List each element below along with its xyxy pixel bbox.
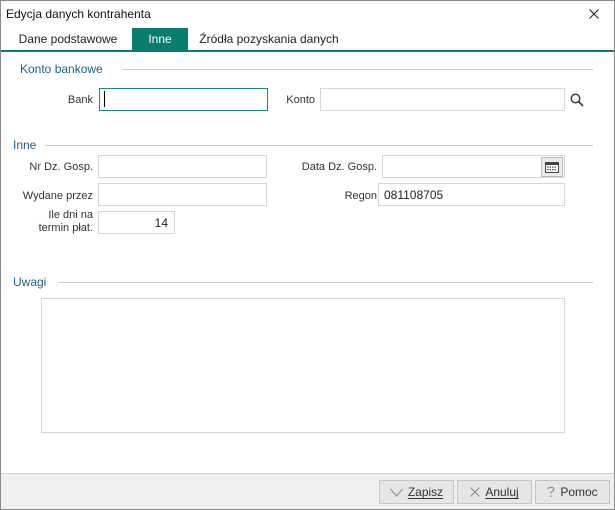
tab-dane-podstawowe[interactable]: Dane podstawowe xyxy=(9,28,127,50)
save-button-label: Zapisz xyxy=(407,485,444,499)
calendar-button[interactable] xyxy=(541,157,563,177)
konto-label: Konto xyxy=(286,94,315,106)
help-button[interactable]: Pomoc xyxy=(535,480,610,504)
save-button[interactable]: Zapisz xyxy=(379,480,454,504)
dialog-window: Edycja danych kontrahenta Dane podstawow… xyxy=(0,0,615,510)
close-icon xyxy=(589,9,599,19)
data-dz-gosp-label: Data Dz. Gosp. xyxy=(301,161,377,173)
section-heading-inne: Inne xyxy=(13,138,37,152)
tab-bar: Dane podstawowe Inne Źródła pozyskania d… xyxy=(1,28,614,52)
section-divider xyxy=(123,69,593,70)
close-button[interactable] xyxy=(584,4,604,24)
cancel-button[interactable]: Anuluj xyxy=(457,480,532,504)
bank-label: Bank xyxy=(67,94,93,106)
dialog-footer: Zapisz Anuluj Pomoc xyxy=(1,473,614,509)
nr-dz-gosp-label: Nr Dz. Gosp. xyxy=(29,161,93,173)
section-divider xyxy=(59,282,593,283)
nr-dz-gosp-input[interactable] xyxy=(98,155,267,178)
tab-inne[interactable]: Inne xyxy=(132,28,188,50)
wydane-przez-label: Wydane przez xyxy=(22,190,93,202)
window-title: Edycja danych kontrahenta xyxy=(6,7,151,21)
ile-dni-label-line1: Ile dni na xyxy=(48,209,93,221)
help-button-label: Pomoc xyxy=(560,485,598,499)
checkmark-icon xyxy=(389,488,403,497)
ile-dni-label-line2: termin płat. xyxy=(38,222,93,234)
regon-label: Regon xyxy=(344,190,377,202)
section-heading-konto-bankowe: Konto bankowe xyxy=(20,62,103,76)
text-caret xyxy=(104,91,105,107)
section-divider xyxy=(46,145,593,146)
question-icon xyxy=(547,486,555,498)
section-heading-uwagi: Uwagi xyxy=(13,275,47,289)
konto-input[interactable] xyxy=(320,88,565,111)
wydane-przez-input[interactable] xyxy=(98,183,267,206)
cancel-button-label: Anuluj xyxy=(485,485,519,499)
data-dz-gosp-input[interactable] xyxy=(382,155,565,178)
search-icon xyxy=(570,93,584,107)
calendar-icon xyxy=(545,161,559,173)
search-button[interactable] xyxy=(568,91,586,109)
title-bar: Edycja danych kontrahenta xyxy=(1,1,614,27)
ile-dni-input[interactable] xyxy=(98,211,175,234)
tab-zrodla-pozyskania-danych[interactable]: Źródła pozyskania danych xyxy=(193,28,345,50)
x-icon xyxy=(470,487,481,497)
ile-dni-label: Ile dni na termin płat. xyxy=(11,209,93,235)
bank-input[interactable] xyxy=(99,88,268,111)
uwagi-textarea[interactable] xyxy=(41,298,565,433)
regon-input[interactable] xyxy=(378,183,565,206)
